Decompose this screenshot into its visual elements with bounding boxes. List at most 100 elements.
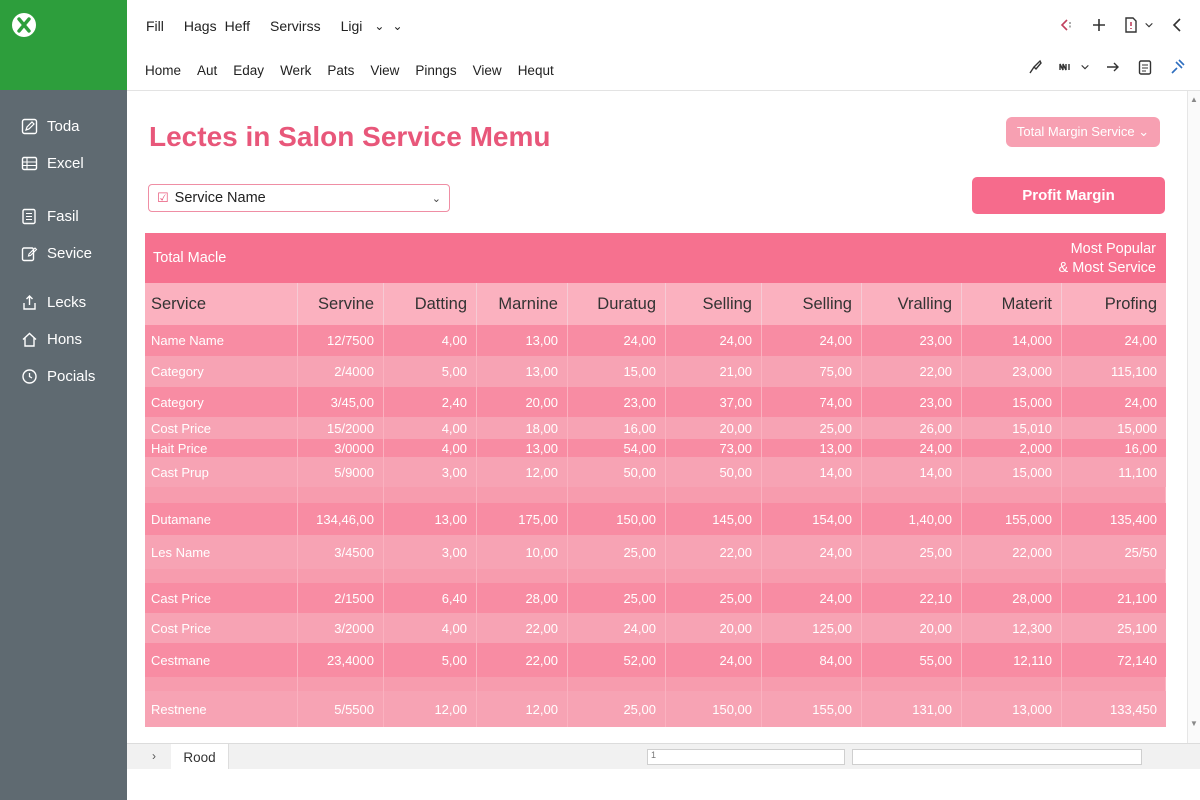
table-cell[interactable]: 15,000 [962,457,1062,487]
table-cell[interactable]: 125,00 [762,613,862,643]
table-cell[interactable]: 23,00 [568,387,666,417]
table-cell[interactable]: 6,40 [384,583,477,613]
table-cell[interactable]: 25,100 [1062,613,1166,643]
table-cell[interactable]: 150,00 [666,691,762,727]
table-cell[interactable]: 15,00 [568,356,666,387]
table-cell[interactable]: 13,00 [762,439,862,457]
table-cell[interactable]: Category [145,356,298,387]
table-cell[interactable]: 2/4000 [298,356,384,387]
table-cell[interactable]: 155,00 [762,691,862,727]
table-row[interactable]: Les Name 3/4500 3,00 10,00 25,00 22,00 24,00 25… [145,535,1166,569]
table-cell[interactable]: 25/50 [1062,535,1166,569]
table-cell[interactable]: 13,00 [477,439,568,457]
table-cell[interactable]: 23,000 [962,356,1062,387]
menu-item-hags[interactable]: Hags [184,18,217,34]
service-name-select[interactable]: ☑ Service Name ⌄ [148,184,450,212]
table-cell[interactable]: 25,00 [762,417,862,439]
table-cell[interactable]: 25,00 [568,691,666,727]
table-cell[interactable]: 150,00 [568,503,666,535]
table-cell[interactable]: 72,140 [1062,643,1166,677]
sheet-tab-rood[interactable]: Rood [171,744,229,770]
table-cell[interactable]: 24,00 [862,439,962,457]
vertical-scrollbar[interactable]: ▲ ▼ [1187,91,1200,743]
table-cell[interactable]: 23,00 [862,325,962,356]
table-cell[interactable]: 20,00 [862,613,962,643]
plus-icon[interactable] [1090,16,1108,34]
table-cell[interactable]: 12,00 [477,691,568,727]
table-cell[interactable]: 23,4000 [298,643,384,677]
table-cell[interactable]: 15,000 [962,387,1062,417]
table-cell[interactable] [1062,487,1166,503]
table-cell[interactable]: 12,00 [477,457,568,487]
column-header[interactable]: Selling [666,283,762,325]
table-cell[interactable]: 14,000 [962,325,1062,356]
column-header[interactable]: Service [145,283,298,325]
horizontal-scrollbar[interactable] [852,749,1142,765]
sidebar-item-fasil[interactable]: Fasil [20,206,127,226]
table-cell[interactable]: 12,110 [962,643,1062,677]
table-cell[interactable]: 25,00 [862,535,962,569]
table-cell[interactable] [862,569,962,583]
table-cell[interactable] [477,569,568,583]
tab-hequt[interactable]: Hequt [518,63,554,78]
table-cell[interactable]: 22,00 [862,356,962,387]
table-cell[interactable]: 25,00 [666,583,762,613]
table-cell[interactable] [762,569,862,583]
column-header[interactable]: Datting [384,283,477,325]
chevron-down-icon[interactable]: ⌄ [392,19,402,33]
table-cell[interactable]: 24,00 [1062,387,1166,417]
tab-pinngs[interactable]: Pinngs [415,63,456,78]
scroll-down-icon[interactable]: ▼ [1190,719,1198,728]
table-row[interactable]: Cast Prup 5/9000 3,00 12,00 50,00 50,00 14,00 1… [145,457,1166,487]
table-cell[interactable]: 24,00 [762,325,862,356]
table-cell[interactable]: 12,300 [962,613,1062,643]
table-cell[interactable] [962,677,1062,691]
tab-view[interactable]: View [370,63,399,78]
tab-aut[interactable]: Aut [197,63,217,78]
table-cell[interactable]: 24,00 [666,325,762,356]
table-cell[interactable]: 25,00 [568,535,666,569]
table-cell[interactable]: Cast Price [145,583,298,613]
table-cell[interactable]: 13,00 [384,503,477,535]
table-cell[interactable]: 2,000 [962,439,1062,457]
column-header[interactable]: Selling [762,283,862,325]
table-cell[interactable] [568,569,666,583]
table-cell[interactable]: 135,400 [1062,503,1166,535]
table-cell[interactable] [666,569,762,583]
table-row[interactable]: Dutamane 134,46,00 13,00 175,00 150,00 145,00… [145,503,1166,535]
table-cell[interactable] [384,677,477,691]
menu-item-fill[interactable]: Fill [146,18,164,34]
table-cell[interactable]: 18,00 [477,417,568,439]
chevron-left-icon[interactable] [1168,16,1186,34]
table-cell[interactable]: Hait Price [145,439,298,457]
table-cell[interactable]: 22,10 [862,583,962,613]
table-cell[interactable]: Cost Price [145,613,298,643]
table-cell[interactable] [477,487,568,503]
tab-home[interactable]: Home [145,63,181,78]
column-header[interactable]: Marnine [477,283,568,325]
column-header[interactable]: Materit [962,283,1062,325]
table-cell[interactable]: 15,010 [962,417,1062,439]
table-cell[interactable]: 14,00 [862,457,962,487]
table-cell[interactable] [762,677,862,691]
chevron-down-icon[interactable] [1144,20,1154,30]
table-cell[interactable] [568,487,666,503]
table-cell[interactable]: 22,000 [962,535,1062,569]
arrow-right-icon[interactable] [1104,58,1122,76]
table-cell[interactable]: 2/1500 [298,583,384,613]
table-cell[interactable]: 10,00 [477,535,568,569]
table-cell[interactable]: 131,00 [862,691,962,727]
table-cell[interactable] [145,487,298,503]
app-logo[interactable] [0,0,127,90]
table-cell[interactable]: Cast Prup [145,457,298,487]
table-cell[interactable]: 22,00 [666,535,762,569]
table-cell[interactable]: 84,00 [762,643,862,677]
table-cell[interactable]: 1,40,00 [862,503,962,535]
column-header[interactable]: Servine [298,283,384,325]
table-row[interactable]: Hait Price 3/0000 4,00 13,00 54,00 73,00 13,00… [145,439,1166,457]
table-row[interactable]: Category 3/45,00 2,40 20,00 23,00 37,00 74,00 2… [145,387,1166,417]
menu-item-ligi[interactable]: Ligi [341,18,363,34]
table-cell[interactable]: 16,00 [1062,439,1166,457]
sidebar-item-hons[interactable]: Hons [20,329,127,349]
table-cell[interactable]: Cost Price [145,417,298,439]
